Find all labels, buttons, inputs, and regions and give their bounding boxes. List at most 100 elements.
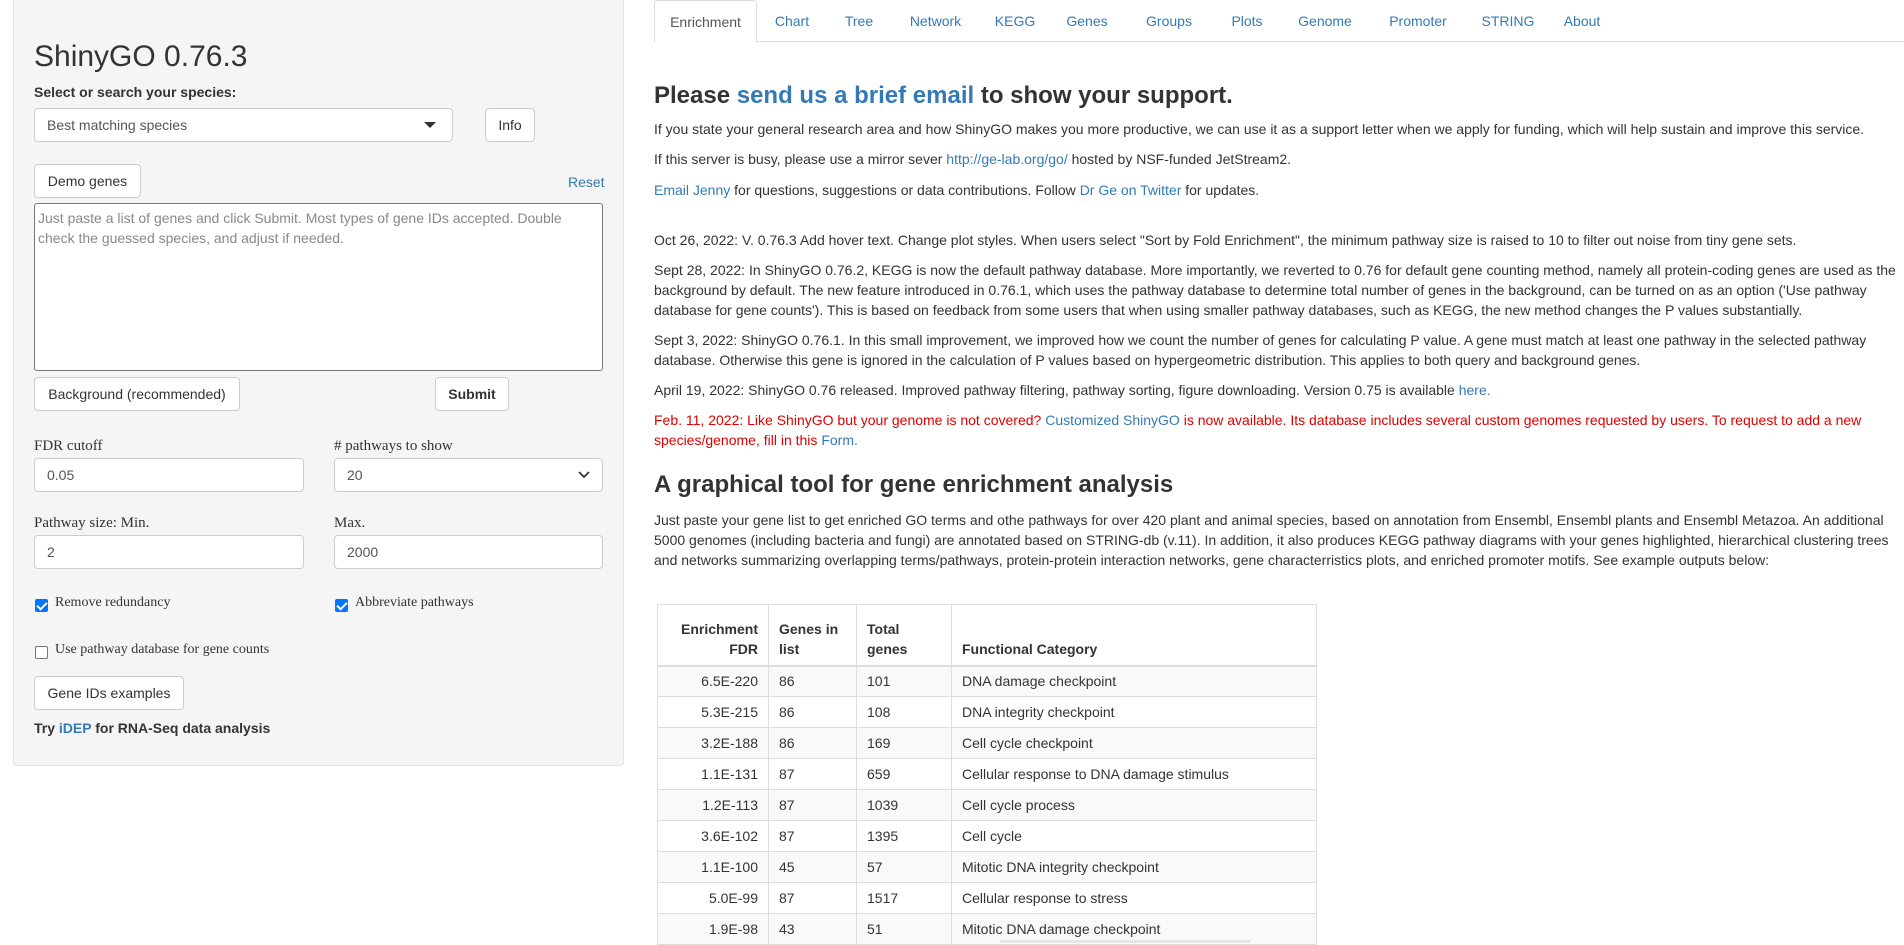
news-item-5-prefix: Feb. 11, 2022: Like ShinyGO but your gen…: [654, 412, 1046, 428]
email-jenny-link[interactable]: Email Jenny: [654, 182, 730, 198]
cell-genes-in-list: 86: [768, 727, 857, 759]
contact-paragraph: Email Jenny for questions, suggestions o…: [654, 180, 1902, 200]
tab-plots[interactable]: Plots: [1214, 0, 1280, 42]
col-functional-category[interactable]: Functional Category: [951, 604, 1317, 667]
tab-promoter[interactable]: Promoter: [1370, 0, 1466, 42]
support-paragraph: If you state your general research area …: [654, 121, 1865, 137]
abbreviate-pathways-checkbox[interactable]: [335, 599, 348, 612]
tab-groups[interactable]: Groups: [1124, 0, 1214, 42]
col-total-genes[interactable]: Total genes: [856, 604, 952, 667]
tab-network[interactable]: Network: [891, 0, 980, 42]
reset-link[interactable]: Reset: [568, 174, 605, 190]
twitter-link[interactable]: Dr Ge on Twitter: [1080, 182, 1182, 198]
cell-total-genes: 101: [856, 665, 952, 697]
cell-genes-in-list: 87: [768, 789, 857, 821]
send-email-link[interactable]: send us a brief email: [737, 82, 974, 109]
tool-heading: A graphical tool for gene enrichment ana…: [654, 471, 1174, 498]
table-row: 1.2E-113 87 1039 Cell cycle process: [657, 789, 1317, 821]
pathway-max-label: Max.: [334, 515, 366, 531]
cell-genes-in-list: 86: [768, 665, 857, 697]
support-heading: Please send us a brief email to show you…: [654, 82, 1233, 110]
remove-redundancy-checkbox[interactable]: [35, 599, 48, 612]
cell-genes-in-list: 86: [768, 696, 857, 728]
news-item-2: Sept 28, 2022: In ShinyGO 0.76.2, KEGG i…: [654, 262, 1896, 318]
tab-chart[interactable]: Chart: [757, 0, 827, 42]
version-075-link[interactable]: here.: [1459, 382, 1491, 398]
cell-fdr: 3.2E-188: [657, 727, 769, 759]
contact-text-mid: for questions, suggestions or data contr…: [730, 182, 1080, 198]
species-select-value: Best matching species: [47, 117, 188, 133]
cell-functional-category: Cell cycle checkpoint: [951, 727, 1317, 759]
cell-functional-category: Cell cycle: [951, 820, 1317, 852]
cell-fdr: 1.2E-113: [657, 789, 769, 821]
news-item-5: Feb. 11, 2022: Like ShinyGO but your gen…: [654, 410, 1902, 450]
table-row: 5.3E-215 86 108 DNA integrity checkpoint: [657, 696, 1317, 728]
sidebar-panel: ShinyGO 0.76.3 Select or search your spe…: [13, 0, 624, 766]
info-button[interactable]: Info: [485, 108, 535, 142]
tab-about[interactable]: About: [1550, 0, 1614, 42]
news-item-4: April 19, 2022: ShinyGO 0.76 released. I…: [654, 380, 1902, 400]
tab-kegg[interactable]: KEGG: [980, 0, 1050, 42]
cell-genes-in-list: 43: [768, 913, 857, 945]
news-item-3: Sept 3, 2022: ShinyGO 0.76.1. In this sm…: [654, 332, 1867, 368]
cell-fdr: 5.0E-99: [657, 882, 769, 914]
col-genes-in-list[interactable]: Genes in list: [768, 604, 857, 667]
table-row: 6.5E-220 86 101 DNA damage checkpoint: [657, 665, 1317, 697]
app-title: ShinyGO 0.76.3: [34, 40, 248, 73]
use-pathway-db-checkbox[interactable]: [35, 646, 48, 659]
cell-total-genes: 57: [856, 851, 952, 883]
pathways-to-show-select[interactable]: 20: [334, 458, 603, 492]
cell-total-genes: 659: [856, 758, 952, 790]
idep-promo-prefix: Try: [34, 720, 59, 736]
gene-list-input[interactable]: [34, 203, 603, 371]
support-heading-suffix: to show your support.: [974, 82, 1233, 109]
abbreviate-pathways-label: Abbreviate pathways: [355, 595, 474, 610]
cell-total-genes: 1039: [856, 789, 952, 821]
customized-shinygo-link[interactable]: Customized ShinyGO: [1045, 412, 1180, 428]
gene-ids-examples-button[interactable]: Gene IDs examples: [34, 676, 184, 710]
col-enrichment-fdr[interactable]: Enrichment FDR: [657, 604, 769, 667]
table-row: 5.0E-99 87 1517 Cellular response to stress: [657, 882, 1317, 914]
tab-string[interactable]: STRING: [1466, 0, 1550, 42]
cell-total-genes: 51: [856, 913, 952, 945]
cell-total-genes: 1517: [856, 882, 952, 914]
tab-genes[interactable]: Genes: [1050, 0, 1124, 42]
cell-functional-category: Cell cycle process: [951, 789, 1317, 821]
cell-fdr: 3.6E-102: [657, 820, 769, 852]
remove-redundancy-label: Remove redundancy: [55, 595, 171, 610]
background-button[interactable]: Background (recommended): [34, 377, 240, 411]
cell-functional-category: Cellular response to stress: [951, 882, 1317, 914]
cell-genes-in-list: 87: [768, 820, 857, 852]
tab-enrichment[interactable]: Enrichment: [654, 0, 757, 43]
cell-functional-category: Cellular response to DNA damage stimulus: [951, 758, 1317, 790]
idep-promo-suffix: for RNA-Seq data analysis: [91, 720, 271, 736]
species-label: Select or search your species:: [34, 84, 237, 100]
species-select[interactable]: Best matching species: [34, 108, 453, 142]
cell-fdr: 5.3E-215: [657, 696, 769, 728]
news-item-4-text: April 19, 2022: ShinyGO 0.76 released. I…: [654, 382, 1459, 398]
table-row: 3.2E-188 86 169 Cell cycle checkpoint: [657, 727, 1317, 759]
mirror-paragraph: If this server is busy, please use a mir…: [654, 149, 1902, 169]
cell-fdr: 1.1E-100: [657, 851, 769, 883]
use-pathway-db-label: Use pathway database for gene counts: [55, 642, 270, 657]
pathway-max-input[interactable]: 2000: [334, 535, 603, 569]
cell-genes-in-list: 87: [768, 882, 857, 914]
idep-link[interactable]: iDEP: [59, 720, 91, 736]
table-row: 3.6E-102 87 1395 Cell cycle: [657, 820, 1317, 852]
cell-functional-category: Mitotic DNA integrity checkpoint: [951, 851, 1317, 883]
fdr-cutoff-input[interactable]: 0.05: [34, 458, 304, 492]
pathways-to-show-value: 20: [347, 467, 363, 483]
mirror-text-suffix: hosted by NSF-funded JetStream2.: [1067, 151, 1292, 167]
submit-button[interactable]: Submit: [435, 377, 509, 411]
tab-tree[interactable]: Tree: [827, 0, 891, 42]
cell-functional-category: DNA integrity checkpoint: [951, 696, 1317, 728]
mirror-server-link[interactable]: http://ge-lab.org/go/: [946, 151, 1067, 167]
tab-bar: Enrichment Chart Tree Network KEGG Genes…: [654, 0, 1904, 43]
demo-genes-button[interactable]: Demo genes: [34, 164, 141, 198]
contact-text-suffix: for updates.: [1181, 182, 1260, 198]
pathway-min-input[interactable]: 2: [34, 535, 304, 569]
pathways-to-show-label: # pathways to show: [334, 438, 453, 454]
request-form-link[interactable]: Form.: [821, 432, 858, 448]
table-row: 1.1E-100 45 57 Mitotic DNA integrity checkp…: [657, 851, 1317, 883]
tab-genome[interactable]: Genome: [1280, 0, 1370, 42]
